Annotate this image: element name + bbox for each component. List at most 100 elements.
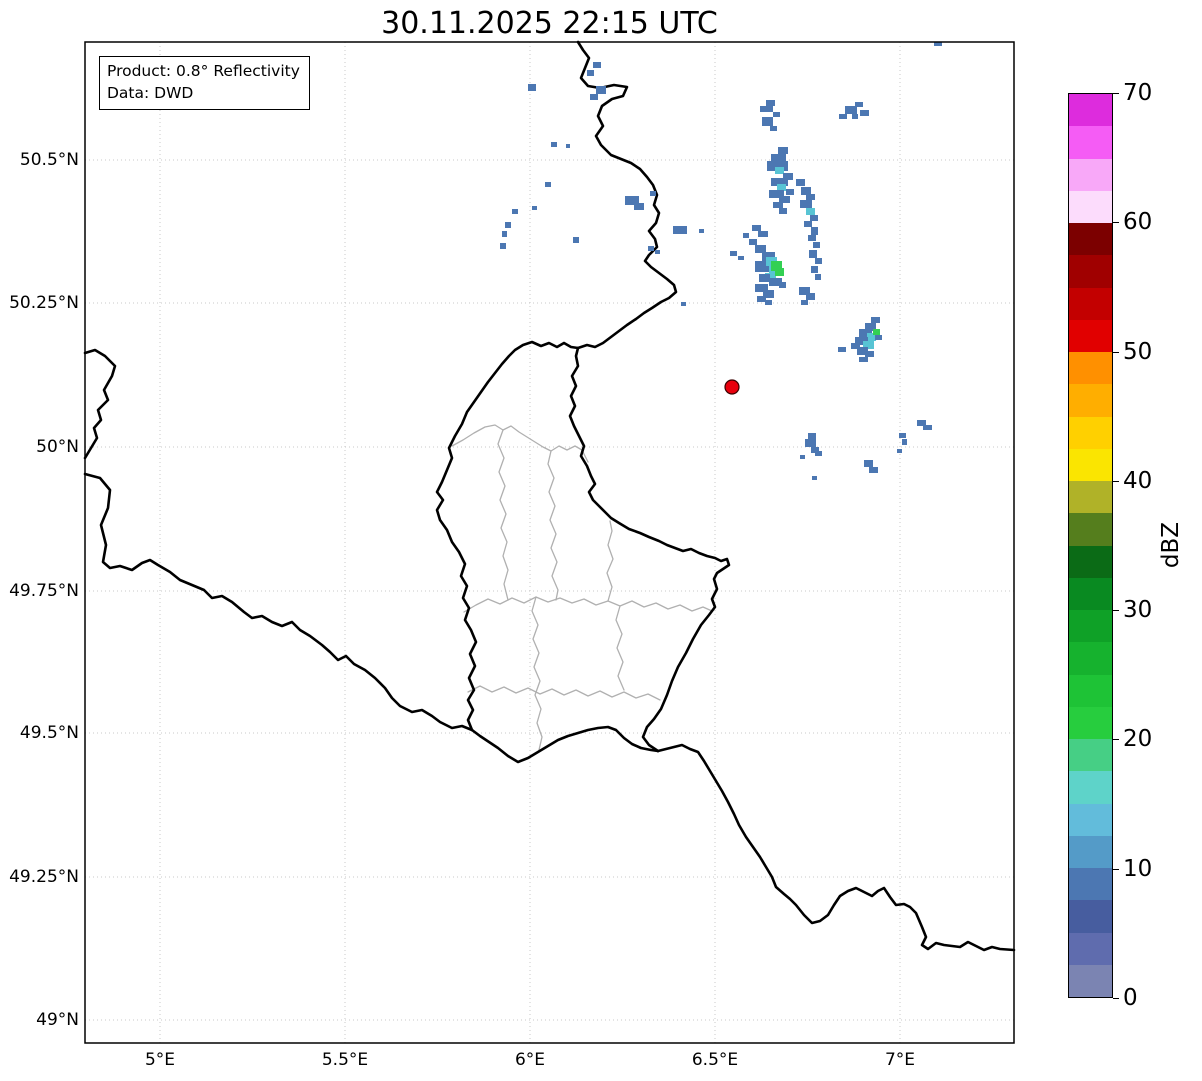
colorbar-axis-label: dBZ [1158,521,1184,569]
colorbar-tick-label: 50 [1123,338,1153,365]
radar-echo-cell [757,296,766,302]
data-source-label: Data: DWD [107,84,194,102]
canton-border-line [451,424,589,463]
canton-border-line [497,429,509,601]
x-axis-tick-label: 6.5°E [691,1050,739,1070]
colorbar-segment [1069,481,1112,514]
colorbar-segment [1069,900,1112,933]
radar-echo-cell [902,439,907,445]
radar-echo-cell [806,293,815,300]
radar-echo-cell [759,274,770,282]
radar-echo-cell [804,221,812,227]
colorbar-segment [1069,513,1112,546]
radar-echo-cell [587,70,594,76]
radar-echo-cell [845,106,857,114]
canton-border-line [547,450,559,601]
radar-echo-cell [681,302,686,306]
colorbar-segment [1069,190,1112,223]
radar-echo-cell [801,187,811,195]
radar-echo-cell [773,202,783,208]
country-border-line [83,472,474,732]
product-label: Product: 0.8° Reflectivity [107,62,300,80]
radar-echo-cell [860,110,869,116]
colorbar-tick [1113,610,1119,612]
canton-border-line [463,596,713,613]
radar-echo-cell [859,357,868,362]
radar-echo-cell [760,106,773,112]
radar-echo-cell [655,250,660,254]
radar-echo-cell [864,460,873,467]
station-marker [724,379,740,395]
radar-echo-cell [815,451,822,456]
radar-echo-cell [634,203,644,210]
colorbar-tick [1113,222,1119,224]
radar-map [83,40,1016,1044]
country-border-line [568,346,731,753]
radar-echo-cell [855,102,863,107]
colorbar-tick-label: 20 [1123,726,1153,753]
country-border-line [83,348,117,460]
radar-echo-cell [551,142,557,147]
x-axis-tick-label: 5.5°E [321,1050,369,1070]
radar-echo-cell [648,246,654,251]
y-axis-tick-label: 50°N [36,437,79,457]
country-border-line [470,725,660,764]
radar-echo-cell [528,84,536,91]
radar-echo-cell [699,229,704,233]
radar-figure: 30.11.2025 22:15 UTC Product: 0.8° Refle… [0,0,1202,1081]
radar-echo-cell [852,114,858,119]
radar-echo-cell [806,208,815,215]
radar-echo-cell [738,256,744,260]
colorbar-segment [1069,255,1112,288]
y-axis-tick-label: 49.5°N [19,723,79,743]
radar-echo-cell [810,215,818,221]
colorbar-segment [1069,835,1112,868]
colorbar-segment [1069,771,1112,804]
radar-echo-cell [771,154,786,162]
radar-echo-cell [650,191,656,196]
radar-echo-cell [752,225,761,231]
radar-echo-cell [743,233,749,238]
radar-echo-cell [808,235,816,241]
y-axis-tick-label: 49°N [36,1010,79,1030]
colorbar-tick-label: 40 [1123,467,1153,494]
colorbar-segment [1069,868,1112,901]
radar-echo-cell [673,226,687,234]
radar-echo-cell [865,351,874,357]
colorbar-tick-label: 30 [1123,597,1153,624]
country-border-line [576,40,678,350]
colorbar-segment [1069,384,1112,417]
colorbar-tick [1113,998,1119,999]
colorbar-segment [1069,126,1112,159]
colorbar-segment [1069,642,1112,675]
radar-echo-cell [815,274,821,280]
colorbar-segment [1069,287,1112,320]
radar-echo-cell [899,433,906,438]
colorbar-tick-label: 70 [1123,80,1153,106]
radar-echo-cell [811,266,818,273]
radar-echo-cell [786,189,794,195]
radar-echo-cell [775,167,784,174]
radar-echo-cell [851,343,860,349]
radar-echo-cell [812,476,817,480]
y-axis-tick-label: 50.5°N [19,150,79,170]
radar-echo-cell [871,317,880,323]
radar-echo-cell [566,144,570,148]
x-axis-tick-label: 6°E [514,1050,546,1070]
radar-echo-cell [838,347,846,352]
radar-echo-cell [805,439,816,447]
colorbar-tick-label: 60 [1123,209,1153,236]
radar-echo-cell [766,100,775,106]
canton-border-line [467,685,661,701]
colorbar-tick [1113,868,1119,870]
radar-echo-cell [512,209,518,214]
country-border-line [435,340,580,732]
colorbar [1068,93,1113,998]
radar-echo-cell [873,329,880,335]
radar-echo-cell [897,449,902,453]
radar-echo-cell [545,182,551,187]
colorbar-tick-label: 0 [1123,985,1138,1011]
canton-border-line [606,520,614,602]
radar-echo-cell [593,62,601,68]
radar-echo-cell [839,114,847,119]
